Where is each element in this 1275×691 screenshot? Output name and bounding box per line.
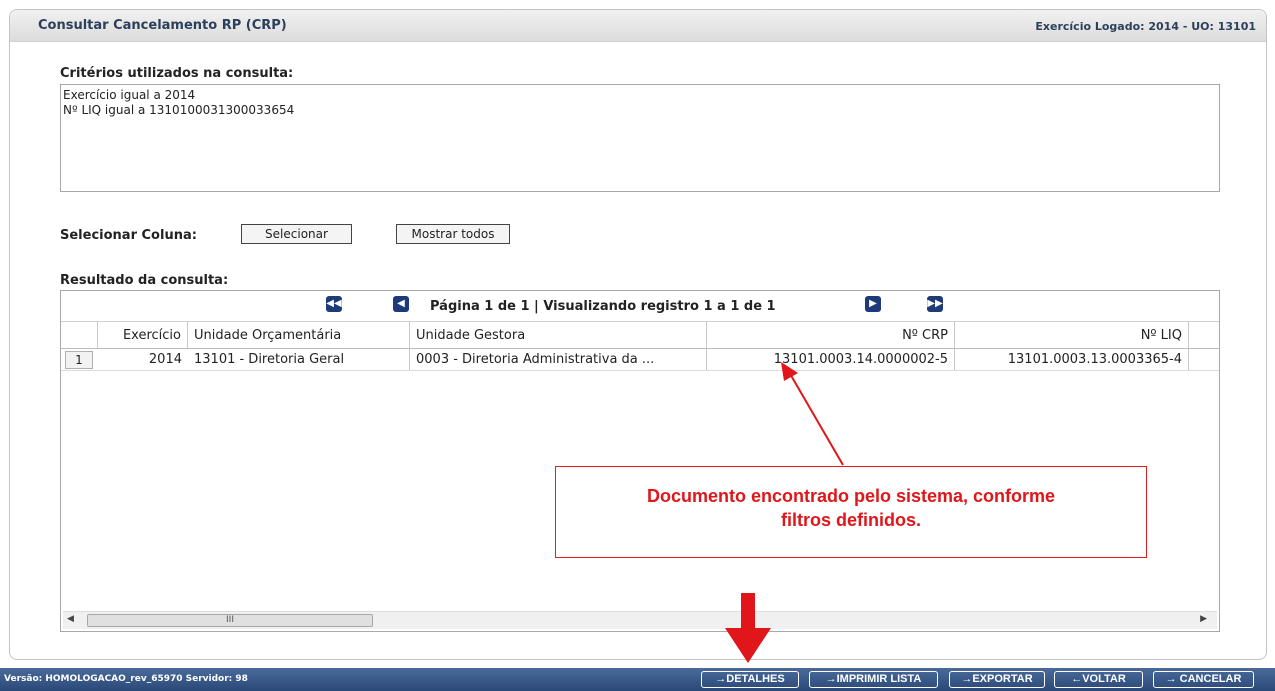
annotation-arrows [725, 362, 844, 663]
down-arrowhead [725, 628, 771, 663]
down-arrow-shaft [741, 593, 755, 633]
cancel-button[interactable]: → CANCELAR [1153, 671, 1254, 688]
details-button[interactable]: →DETALHES [701, 671, 799, 688]
version-info: Versão: HOMOLOGACAO_rev_65970 Servidor: … [4, 674, 248, 684]
export-button[interactable]: →EXPORTAR [949, 671, 1045, 688]
back-button[interactable]: ←VOLTAR [1054, 671, 1143, 688]
footer-bar: Versão: HOMOLOGACAO_rev_65970 Servidor: … [0, 668, 1275, 691]
callout-arrow-line [788, 371, 844, 466]
callout-arrowhead [781, 362, 798, 381]
print-list-button[interactable]: →IMPRIMIR LISTA [809, 671, 938, 688]
